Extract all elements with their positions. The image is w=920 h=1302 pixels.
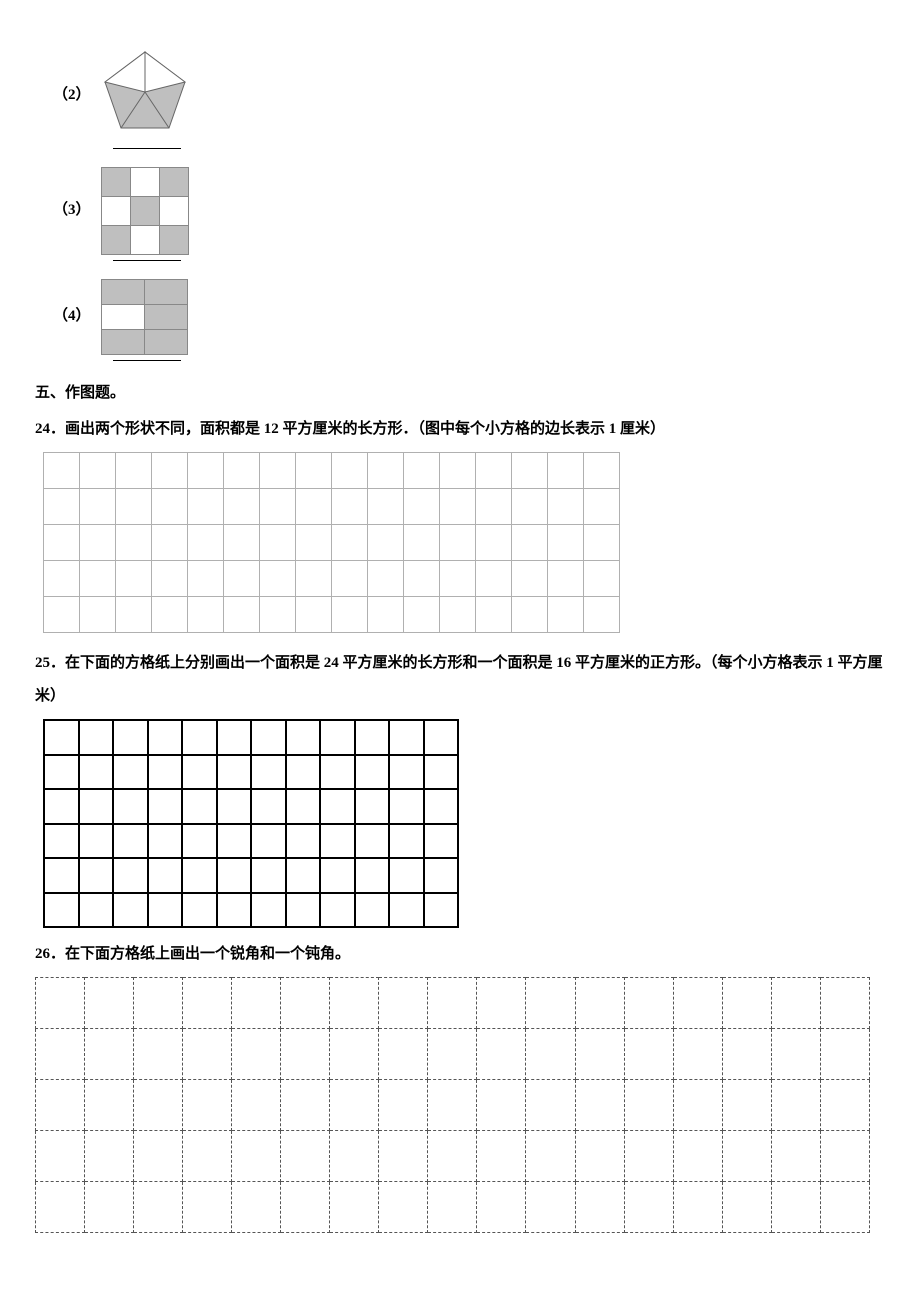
item-2-row: （2）: [53, 48, 885, 143]
answer-blank-3: [113, 259, 181, 261]
question-26: 26．在下面方格纸上画出一个锐角和一个钝角。: [35, 938, 885, 971]
grid-q26: [35, 977, 870, 1233]
grid-q24: [43, 452, 620, 633]
checker-3x3-figure: [101, 167, 189, 255]
question-25: 25．在下面的方格纸上分别画出一个面积是 24 平方厘米的长方形和一个面积是 1…: [35, 647, 885, 713]
striped-figure: [101, 279, 188, 355]
section-5-title: 五、作图题。: [35, 379, 885, 408]
answer-blank-2: [113, 147, 181, 149]
grid-q25: [43, 719, 459, 928]
answer-blank-4: [113, 359, 181, 361]
item-2-label: （2）: [53, 81, 91, 110]
item-4-row: （4）: [53, 279, 885, 355]
pentagon-icon: [101, 48, 189, 143]
question-24: 24．画出两个形状不同，面积都是 12 平方厘米的长方形．（图中每个小方格的边长…: [35, 413, 885, 446]
item-4-label: （4）: [53, 302, 91, 331]
item-3-label: （3）: [53, 196, 91, 225]
item-3-row: （3）: [53, 167, 885, 255]
